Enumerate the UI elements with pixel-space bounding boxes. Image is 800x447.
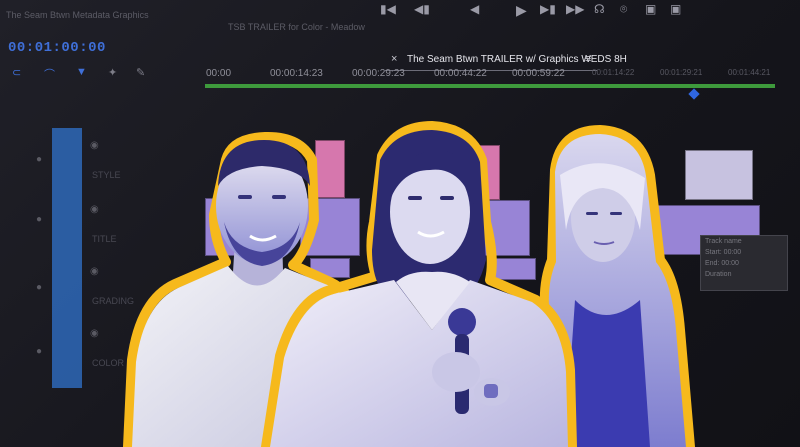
woman-with-microphone <box>261 121 577 447</box>
editor-background: The Seam Btwn Metadata Graphics TSB TRAI… <box>0 0 800 447</box>
